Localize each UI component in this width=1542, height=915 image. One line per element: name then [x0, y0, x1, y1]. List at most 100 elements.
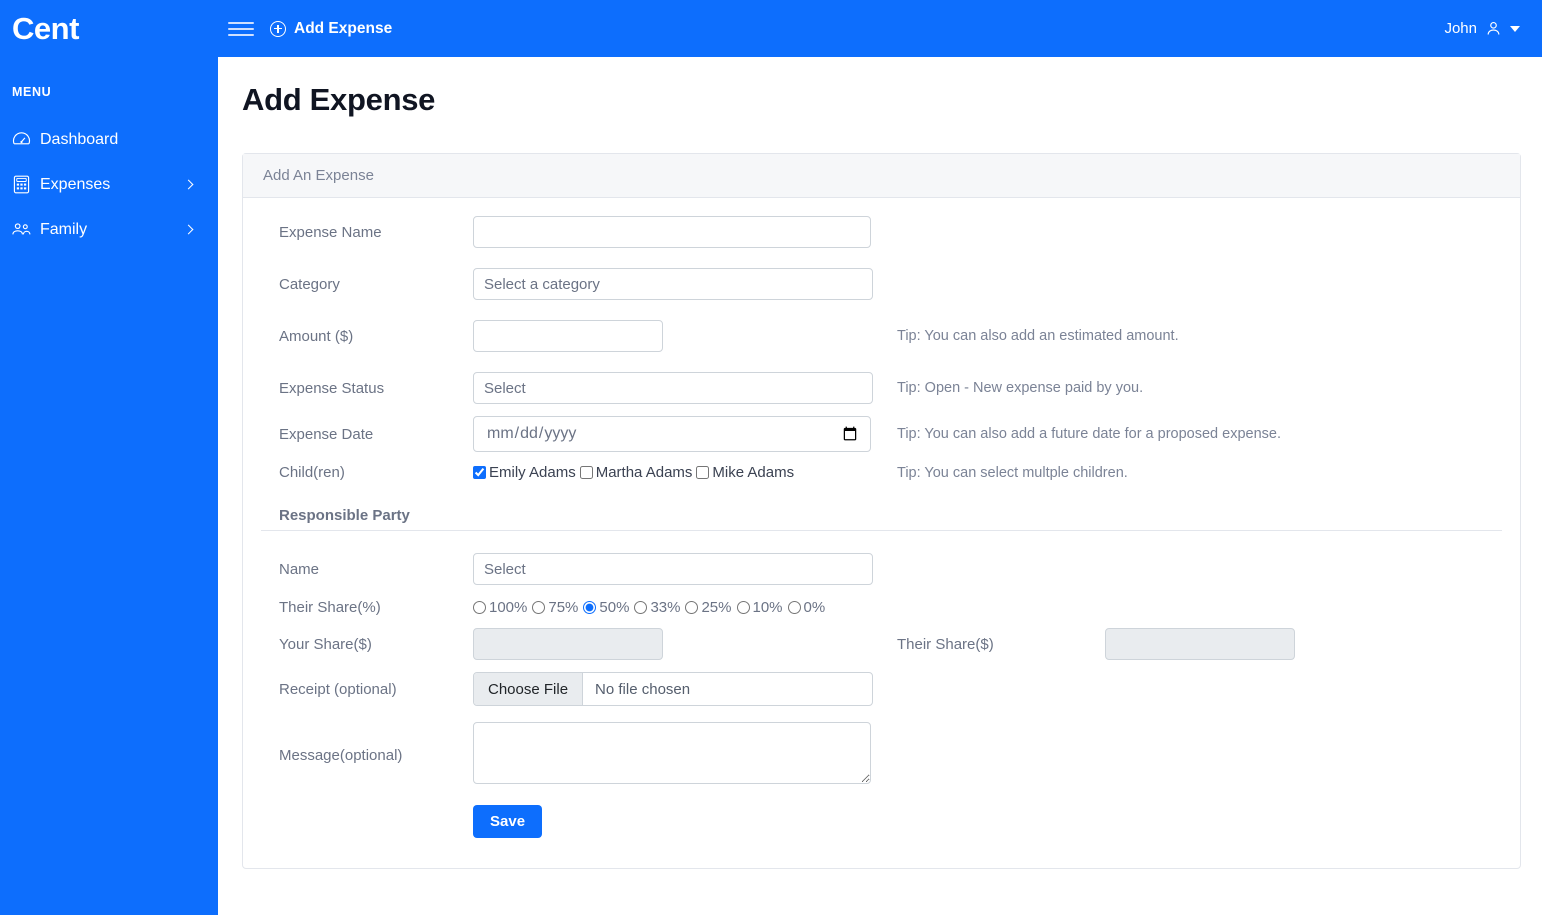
- share-radio-10-label: 10%: [752, 599, 783, 616]
- category-select[interactable]: Select a category: [473, 268, 873, 300]
- expense-date-tip: Tip: You can also add a future date for …: [897, 426, 1281, 442]
- share-radio-25-input[interactable]: [685, 601, 699, 614]
- share-radio-0[interactable]: 0%: [787, 599, 826, 616]
- sidebar-item-dashboard-label: Dashboard: [40, 130, 119, 148]
- main-content: Add Expense Add An Expense Expense Name …: [218, 57, 1542, 915]
- section-divider: [261, 530, 1502, 531]
- plus-circle-icon: [270, 20, 286, 37]
- share-radio-33-label: 33%: [650, 599, 681, 616]
- share-radio-75-label: 75%: [548, 599, 579, 616]
- expense-name-input[interactable]: [473, 216, 871, 248]
- expense-name-row: Expense Name: [261, 216, 1502, 248]
- share-radio-100[interactable]: 100%: [473, 599, 527, 616]
- category-label: Category: [279, 275, 340, 293]
- share-radio-75[interactable]: 75%: [532, 599, 578, 616]
- receipt-file-input[interactable]: Choose File No file chosen: [473, 672, 873, 706]
- share-radio-50-label: 50%: [599, 599, 630, 616]
- child-checkbox-emily-input[interactable]: [473, 466, 486, 479]
- hamburger-bar: [228, 33, 254, 36]
- children-checkbox-group: Emily Adams Martha Adams Mike Adams: [473, 464, 873, 481]
- child-checkbox-martha-label: Martha Adams: [595, 464, 693, 481]
- their-share-input: [1105, 628, 1295, 660]
- share-radio-25-label: 25%: [701, 599, 732, 616]
- child-checkbox-martha[interactable]: Martha Adams: [579, 464, 693, 481]
- sidebar-item-dashboard[interactable]: Dashboard: [0, 117, 218, 162]
- child-checkbox-martha-input[interactable]: [579, 466, 593, 479]
- amount-tip: Tip: You can also add an estimated amoun…: [897, 328, 1179, 344]
- person-icon: [1487, 21, 1500, 35]
- sidebar-item-expenses[interactable]: Expenses: [0, 162, 218, 207]
- share-radio-0-label: 0%: [803, 599, 826, 616]
- child-checkbox-emily-label: Emily Adams: [489, 464, 576, 481]
- amount-label: Amount ($): [279, 327, 354, 345]
- message-label: Message(optional): [279, 747, 403, 764]
- share-radio-10[interactable]: 10%: [736, 599, 783, 616]
- expense-status-label: Expense Status: [279, 379, 385, 397]
- caret-down-icon: [1510, 25, 1520, 32]
- add-expense-card: Add An Expense Expense Name Category Sel…: [242, 153, 1521, 869]
- share-radio-33-input[interactable]: [634, 601, 648, 614]
- share-radio-50[interactable]: 50%: [583, 599, 629, 616]
- speedometer-icon: [10, 130, 32, 150]
- share-radio-10-input[interactable]: [736, 601, 750, 614]
- share-radio-100-input[interactable]: [473, 601, 486, 614]
- share-radio-50-input[interactable]: [583, 601, 597, 614]
- child-checkbox-mike-input[interactable]: [696, 466, 710, 479]
- share-radio-25[interactable]: 25%: [685, 599, 732, 616]
- child-checkbox-mike[interactable]: Mike Adams: [696, 464, 794, 481]
- chevron-right-icon: [183, 179, 194, 190]
- amount-input[interactable]: [473, 320, 663, 352]
- user-menu[interactable]: John: [1444, 20, 1520, 37]
- top-navbar: Cent Add Expense John: [0, 0, 1542, 57]
- share-amounts-row: Your Share($) Their Share($): [261, 628, 1502, 660]
- expense-status-select[interactable]: Select: [473, 372, 873, 404]
- share-radio-0-input[interactable]: [787, 601, 801, 614]
- child-checkbox-mike-label: Mike Adams: [712, 464, 795, 481]
- expense-name-label: Expense Name: [279, 223, 382, 241]
- their-share-pct-label: Their Share(%): [279, 599, 381, 616]
- expense-status-row: Expense Status Select Tip: Open - New ex…: [261, 372, 1502, 404]
- add-expense-nav-link[interactable]: Add Expense: [270, 20, 392, 38]
- message-row: Message(optional): [261, 722, 1502, 789]
- save-button[interactable]: Save: [473, 805, 543, 838]
- receipt-row: Receipt (optional) Choose File No file c…: [261, 672, 1502, 706]
- calculator-icon: [10, 175, 32, 195]
- people-icon: [10, 220, 32, 240]
- child-checkbox-emily[interactable]: Emily Adams: [473, 464, 576, 481]
- responsible-name-label: Name: [279, 560, 320, 578]
- expense-date-row: Expense Date Tip: You can also add a fut…: [261, 416, 1502, 452]
- save-row-spacer: [261, 805, 473, 838]
- page-title: Add Expense: [242, 82, 436, 117]
- chevron-right-icon: [183, 224, 194, 235]
- user-name: John: [1444, 20, 1477, 37]
- your-share-input: [473, 628, 663, 660]
- save-row: Save: [261, 805, 1502, 838]
- your-share-label: Your Share($): [279, 635, 372, 653]
- their-share-pct-row: Their Share(%) 100% 75% 50% 33% 25% 10% …: [261, 599, 1502, 616]
- sidebar-item-expenses-label: Expenses: [40, 175, 111, 193]
- sidebar-heading: MENU: [12, 85, 52, 99]
- share-radio-75-input[interactable]: [532, 601, 546, 614]
- children-row: Child(ren) Emily Adams Martha Adams Mike…: [261, 464, 1502, 481]
- expense-date-input[interactable]: [473, 416, 871, 452]
- card-body: Expense Name Category Select a category …: [243, 198, 1520, 868]
- share-radio-33[interactable]: 33%: [634, 599, 680, 616]
- responsible-name-select[interactable]: Select: [473, 553, 873, 585]
- sidebar: MENU Dashboard Expenses Family: [0, 57, 218, 915]
- hamburger-icon[interactable]: [228, 19, 254, 39]
- amount-row: Amount ($) Tip: You can also add an esti…: [261, 320, 1502, 352]
- sidebar-item-family-label: Family: [40, 220, 88, 238]
- app-logo[interactable]: Cent: [0, 13, 218, 44]
- children-label: Child(ren): [279, 464, 345, 481]
- file-status-text: No file chosen: [595, 680, 691, 698]
- category-row: Category Select a category: [261, 268, 1502, 300]
- add-expense-nav-label: Add Expense: [294, 19, 393, 37]
- sidebar-item-family[interactable]: Family: [0, 207, 218, 252]
- children-tip: Tip: You can select multple children.: [897, 464, 1128, 481]
- expense-status-tip: Tip: Open - New expense paid by you.: [897, 380, 1144, 396]
- their-share-pct-radio-group: 100% 75% 50% 33% 25% 10% 0%: [473, 599, 873, 616]
- share-radio-100-label: 100%: [489, 599, 528, 616]
- choose-file-button[interactable]: Choose File: [474, 673, 584, 705]
- responsible-name-row: Name Select: [261, 553, 1502, 585]
- message-textarea[interactable]: [473, 722, 871, 784]
